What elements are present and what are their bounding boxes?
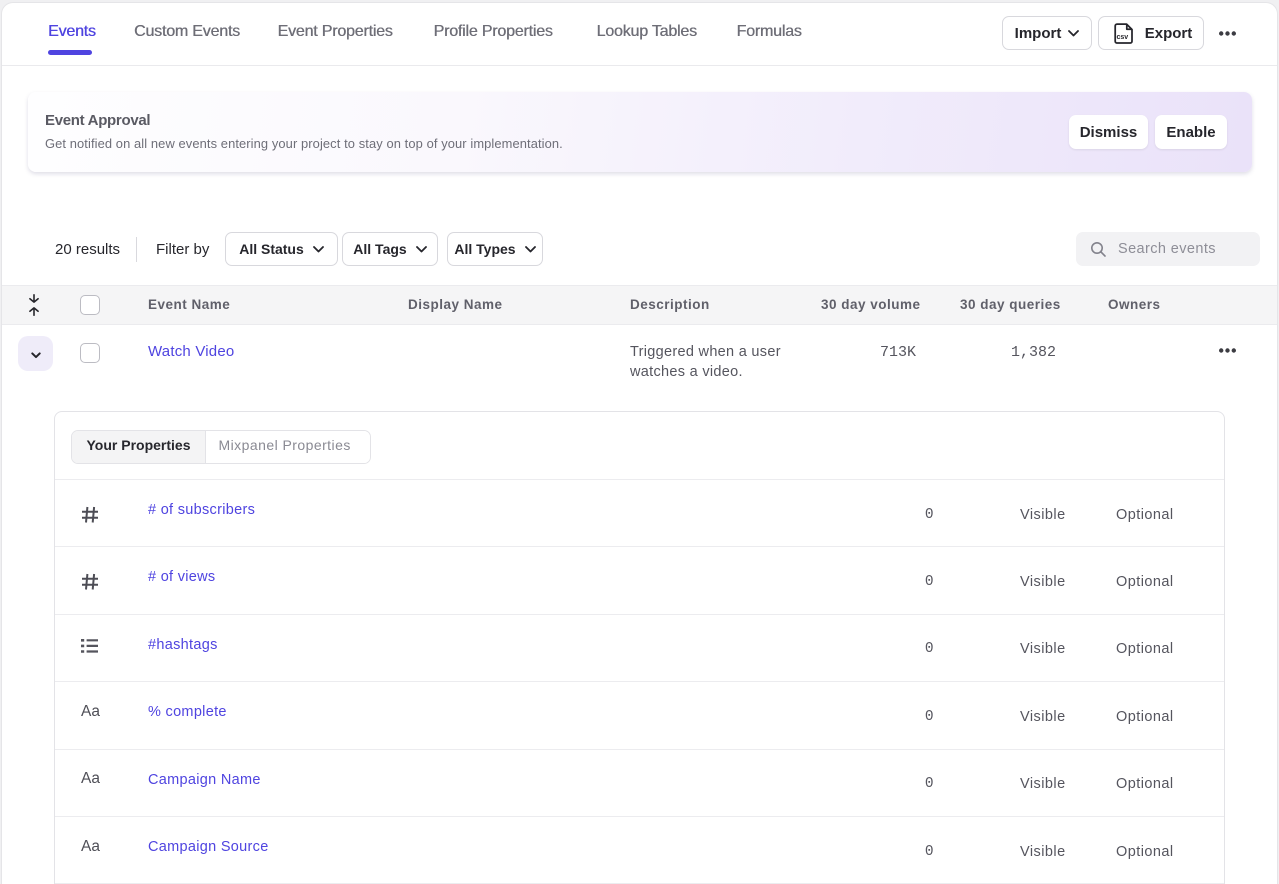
- svg-text:csv: csv: [1116, 34, 1128, 41]
